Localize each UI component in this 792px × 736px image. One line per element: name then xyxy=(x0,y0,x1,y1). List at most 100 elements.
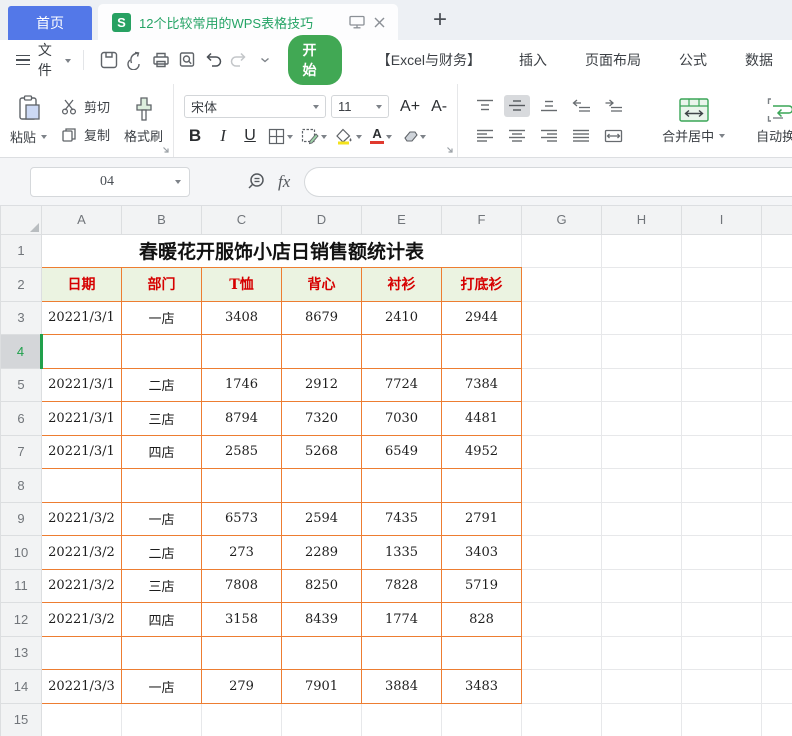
menu-data[interactable]: 数据 xyxy=(726,50,792,70)
cell-H1[interactable] xyxy=(602,234,682,268)
new-tab-button[interactable]: + xyxy=(420,0,460,40)
decrease-indent-button[interactable] xyxy=(568,95,594,117)
format-painter-button[interactable]: 格式刷 xyxy=(114,96,173,145)
cell-F8[interactable] xyxy=(442,469,522,503)
cell-partial[interactable] xyxy=(762,603,792,637)
cell-D14[interactable]: 7901 xyxy=(282,670,362,704)
row-header-14[interactable]: 14 xyxy=(1,670,42,704)
font-color-button[interactable]: A xyxy=(370,128,392,144)
cell-C13[interactable] xyxy=(202,636,282,670)
cell-partial[interactable] xyxy=(762,636,792,670)
cut-button[interactable]: 剪切 xyxy=(61,97,110,116)
cell-A5[interactable]: 20221/3/1 xyxy=(42,368,122,402)
row-header-10[interactable]: 10 xyxy=(1,536,42,570)
cell-H14[interactable] xyxy=(602,670,682,704)
cell-A12[interactable]: 20221/3/2 xyxy=(42,603,122,637)
cell-H9[interactable] xyxy=(602,502,682,536)
cell-G4[interactable] xyxy=(522,335,602,369)
cell-G13[interactable] xyxy=(522,636,602,670)
more-chevron-icon[interactable] xyxy=(252,47,278,73)
align-middle-button[interactable] xyxy=(504,95,530,117)
col-header-E[interactable]: E xyxy=(362,206,442,234)
align-top-button[interactable] xyxy=(472,95,498,117)
cell-B6[interactable]: 三店 xyxy=(122,402,202,436)
cell-A15[interactable] xyxy=(42,703,122,736)
row-header-12[interactable]: 12 xyxy=(1,603,42,637)
cell-G3[interactable] xyxy=(522,301,602,335)
cell-partial[interactable] xyxy=(762,569,792,603)
cell-D12[interactable]: 8439 xyxy=(282,603,362,637)
cell-E14[interactable]: 3884 xyxy=(362,670,442,704)
align-right-button[interactable] xyxy=(536,125,562,147)
cell-C12[interactable]: 3158 xyxy=(202,603,282,637)
italic-button[interactable]: I xyxy=(214,126,232,146)
col-header-H[interactable]: H xyxy=(602,206,682,234)
cell-D6[interactable]: 7320 xyxy=(282,402,362,436)
name-box[interactable]: 04 xyxy=(30,167,190,197)
cell-F10[interactable]: 3403 xyxy=(442,536,522,570)
cell-D11[interactable]: 8250 xyxy=(282,569,362,603)
paste-button[interactable]: 粘贴 xyxy=(0,95,57,146)
cell-C5[interactable]: 1746 xyxy=(202,368,282,402)
cell-partial[interactable] xyxy=(762,536,792,570)
cell-B5[interactable]: 二店 xyxy=(122,368,202,402)
cell-F5[interactable]: 7384 xyxy=(442,368,522,402)
underline-button[interactable]: U xyxy=(240,127,260,145)
cell-C15[interactable] xyxy=(202,703,282,736)
cell-C9[interactable]: 6573 xyxy=(202,502,282,536)
cell-partial[interactable] xyxy=(762,469,792,503)
cell-B15[interactable] xyxy=(122,703,202,736)
cell-D4[interactable] xyxy=(282,335,362,369)
cell-D2[interactable]: 背心 xyxy=(282,268,362,302)
cell-F13[interactable] xyxy=(442,636,522,670)
undo-icon[interactable] xyxy=(200,47,226,73)
cell-F11[interactable]: 5719 xyxy=(442,569,522,603)
cell-B14[interactable]: 一店 xyxy=(122,670,202,704)
cell-E6[interactable]: 7030 xyxy=(362,402,442,436)
cell-B7[interactable]: 四店 xyxy=(122,435,202,469)
cell-I12[interactable] xyxy=(682,603,762,637)
cell-A9[interactable]: 20221/3/2 xyxy=(42,502,122,536)
save-button[interactable] xyxy=(96,47,122,73)
cell-B12[interactable]: 四店 xyxy=(122,603,202,637)
cell-I1[interactable] xyxy=(682,234,762,268)
cell-F2[interactable]: 打底衫 xyxy=(442,268,522,302)
row-header-6[interactable]: 6 xyxy=(1,402,42,436)
menu-insert[interactable]: 插入 xyxy=(500,50,566,70)
cell-F12[interactable]: 828 xyxy=(442,603,522,637)
cell-H15[interactable] xyxy=(602,703,682,736)
cell-F4[interactable] xyxy=(442,335,522,369)
cell-I5[interactable] xyxy=(682,368,762,402)
formula-input[interactable] xyxy=(304,167,792,197)
cell-partial[interactable] xyxy=(762,368,792,402)
cell-D13[interactable] xyxy=(282,636,362,670)
cell-A11[interactable]: 20221/3/2 xyxy=(42,569,122,603)
cell-G15[interactable] xyxy=(522,703,602,736)
cell-E15[interactable] xyxy=(362,703,442,736)
cell-partial[interactable] xyxy=(762,402,792,436)
monitor-icon[interactable] xyxy=(349,15,365,29)
cell-A7[interactable]: 20221/3/1 xyxy=(42,435,122,469)
cell-E3[interactable]: 2410 xyxy=(362,301,442,335)
cell-E10[interactable]: 1335 xyxy=(362,536,442,570)
cell-partial[interactable] xyxy=(762,234,792,268)
cell-A10[interactable]: 20221/3/2 xyxy=(42,536,122,570)
cell-H8[interactable] xyxy=(602,469,682,503)
cell-I7[interactable] xyxy=(682,435,762,469)
wrap-text-button[interactable]: 自动换行 xyxy=(747,97,792,145)
row-header-9[interactable]: 9 xyxy=(1,502,42,536)
cell-E12[interactable]: 1774 xyxy=(362,603,442,637)
menu-excel-finance[interactable]: 【Excel与财务】 xyxy=(358,50,500,70)
cell-E4[interactable] xyxy=(362,335,442,369)
col-header-F[interactable]: F xyxy=(442,206,522,234)
increase-indent-button[interactable] xyxy=(600,95,626,117)
col-header-D[interactable]: D xyxy=(282,206,362,234)
cell-partial[interactable] xyxy=(762,670,792,704)
cell-B13[interactable] xyxy=(122,636,202,670)
menu-page-layout[interactable]: 页面布局 xyxy=(566,50,660,70)
cell-B8[interactable] xyxy=(122,469,202,503)
cell-D10[interactable]: 2289 xyxy=(282,536,362,570)
group-expand-icon[interactable] xyxy=(446,146,454,154)
row-header-1[interactable]: 1 xyxy=(1,234,42,268)
cell-H13[interactable] xyxy=(602,636,682,670)
